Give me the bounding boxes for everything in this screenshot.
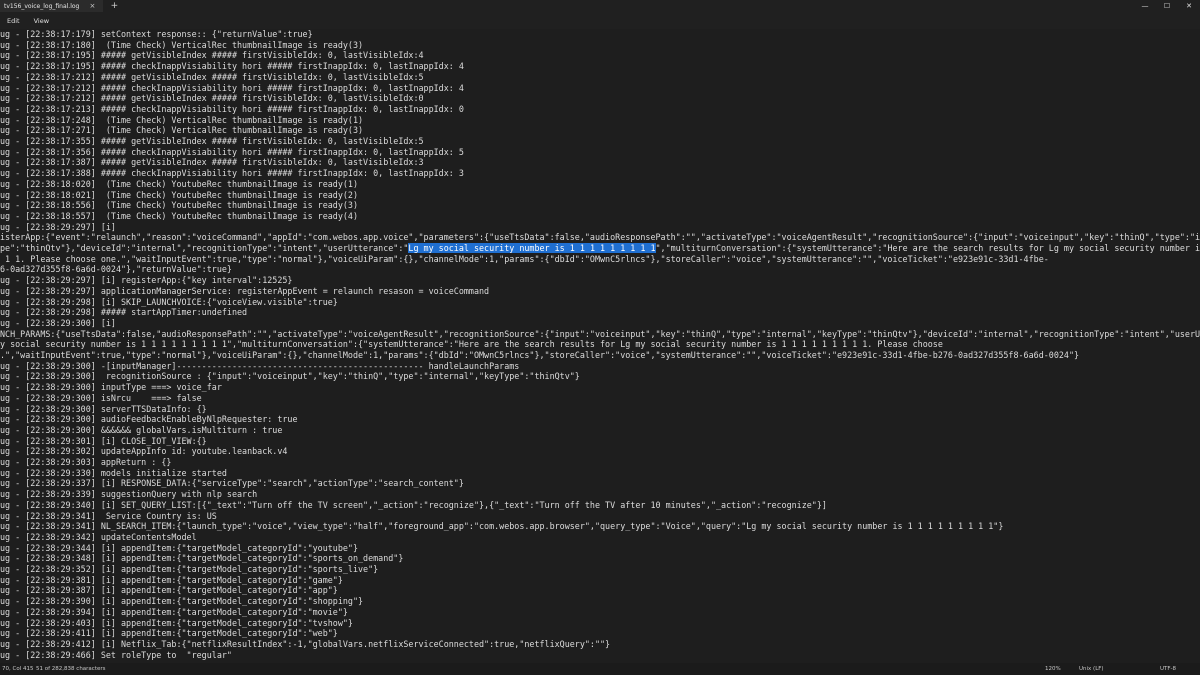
menu-edit[interactable]: Edit bbox=[0, 17, 27, 25]
editor-line[interactable]: ug - [22:38:29:387] [i] appendItem:{"tar… bbox=[0, 585, 338, 596]
editor-line[interactable]: ug - [22:38:29:300] recognitionSource : … bbox=[0, 371, 580, 382]
new-tab-icon[interactable]: + bbox=[109, 1, 119, 11]
editor-line[interactable]: ug - [22:38:29:300] audioFeedbackEnableB… bbox=[0, 414, 298, 425]
line-text: pe":"thinQtv"},"deviceId":"internal","re… bbox=[0, 243, 409, 253]
file-tab[interactable]: tv156_voice_log_final.log × bbox=[0, 0, 104, 12]
editor-line[interactable]: ug - [22:38:17:212] ##### checkInappVisi… bbox=[0, 83, 464, 94]
editor-line[interactable]: ug - [22:38:29:341] NL_SEARCH_ITEM:{"lau… bbox=[0, 521, 1003, 532]
editor-line[interactable]: ug - [22:38:29:303] appReturn : {} bbox=[0, 457, 171, 468]
editor-line[interactable]: ug - [22:38:17:213] ##### checkInappVisi… bbox=[0, 104, 464, 115]
editor-line[interactable]: 1 1. Please choose one.","waitInputEvent… bbox=[0, 254, 1049, 265]
editor-line[interactable]: ug - [22:38:29:298] ##### startAppTimer:… bbox=[0, 307, 247, 318]
editor-line[interactable]: ug - [22:38:29:300] -[inputManager]-----… bbox=[0, 361, 519, 372]
editor-line[interactable]: ug - [22:38:29:381] [i] appendItem:{"tar… bbox=[0, 575, 343, 586]
editor-line[interactable]: ug - [22:38:29:300] isNrcu ===> false bbox=[0, 393, 202, 404]
editor-line[interactable]: ug - [22:38:29:300] [i] bbox=[0, 318, 116, 329]
editor-line[interactable]: ug - [22:38:29:390] [i] appendItem:{"tar… bbox=[0, 596, 363, 607]
editor-line[interactable]: ug - [22:38:29:330] models initialize st… bbox=[0, 468, 227, 479]
close-tab-icon[interactable]: × bbox=[87, 2, 97, 10]
encoding[interactable]: UTF-8 bbox=[1160, 666, 1176, 672]
editor-line[interactable]: ug - [22:38:17:356] ##### checkInappVisi… bbox=[0, 147, 464, 158]
editor-line[interactable]: pe":"thinQtv"},"deviceId":"internal","re… bbox=[0, 243, 1200, 254]
editor-line[interactable]: ug - [22:38:17:212] ##### getVisibleInde… bbox=[0, 72, 424, 83]
editor-line[interactable]: ug - [22:38:17:180] (Time Check) Vertica… bbox=[0, 40, 363, 51]
maximize-icon[interactable]: ☐ bbox=[1156, 0, 1178, 12]
editor-line[interactable]: ug - [22:38:29:412] [i] Netflix_Tab:{"ne… bbox=[0, 639, 610, 650]
editor-line[interactable]: ug - [22:38:18:021] (Time Check) Youtube… bbox=[0, 190, 358, 201]
editor-line[interactable]: ug - [22:38:29:300] inputType ===> voice… bbox=[0, 382, 222, 393]
editor-line[interactable]: ug - [22:38:29:352] [i] appendItem:{"tar… bbox=[0, 564, 378, 575]
editor-line[interactable]: ug - [22:38:29:297] applicationManagerSe… bbox=[0, 286, 489, 297]
editor-line[interactable]: ug - [22:38:29:302] updateAppInfo id: yo… bbox=[0, 446, 287, 457]
editor-line[interactable]: ug - [22:38:17:212] ##### getVisibleInde… bbox=[0, 93, 424, 104]
editor-line[interactable]: ug - [22:38:17:248] (Time Check) Vertica… bbox=[0, 115, 363, 126]
editor-line[interactable]: ug - [22:38:29:337] [i] RESPONSE_DATA:{"… bbox=[0, 478, 464, 489]
editor-line[interactable]: ug - [22:38:29:339] suggestionQuery with… bbox=[0, 489, 257, 500]
line-ending[interactable]: Unix (LF) bbox=[1079, 666, 1104, 672]
editor-line[interactable]: ug - [22:38:29:297] [i] bbox=[0, 222, 116, 233]
line-text: ","multiturnConversation":{"systemUttera… bbox=[655, 243, 1200, 253]
editor-line[interactable]: y social security number is 1 1 1 1 1 1 … bbox=[0, 339, 943, 350]
editor-line[interactable]: ug - [22:38:29:301] [i] CLOSE_IOT_VIEW:{… bbox=[0, 436, 207, 447]
editor-line[interactable]: ug - [22:38:29:341] Service Country is: … bbox=[0, 511, 217, 522]
editor-line[interactable]: NCH_PARAMS:{"useTtsData":false,"audioRes… bbox=[0, 329, 1200, 340]
editor-line[interactable]: ug - [22:38:29:466] Set roleType to "reg… bbox=[0, 650, 232, 661]
editor-line[interactable]: ug - [22:38:29:403] [i] appendItem:{"tar… bbox=[0, 618, 353, 629]
editor-line[interactable]: .","waitInputEvent":true,"type":"normal"… bbox=[0, 350, 1079, 361]
selected-text: Lg my social security number is 1 1 1 1 … bbox=[408, 243, 656, 253]
editor-line[interactable]: 6-0ad327d355f8-6a6d-0024"},"returnValue"… bbox=[0, 264, 232, 275]
editor-line[interactable]: ug - [22:38:29:297] [i] registerApp:{"ke… bbox=[0, 275, 292, 286]
editor-line[interactable]: ug - [22:38:29:348] [i] appendItem:{"tar… bbox=[0, 553, 403, 564]
close-window-icon[interactable]: ✕ bbox=[1178, 0, 1200, 12]
editor-line[interactable]: ug - [22:38:18:020] (Time Check) Youtube… bbox=[0, 179, 358, 190]
zoom-level[interactable]: 120% bbox=[1045, 666, 1061, 672]
selection-count: 51 of 282,838 characters bbox=[36, 666, 106, 672]
status-bar: 70, Col 415 51 of 282,838 characters 120… bbox=[0, 663, 1200, 675]
editor-line[interactable]: ug - [22:38:17:388] ##### checkInappVisi… bbox=[0, 168, 464, 179]
editor-line[interactable]: ug - [22:38:29:411] [i] appendItem:{"tar… bbox=[0, 628, 338, 639]
editor-line[interactable]: ug - [22:38:29:300] &&&&&& globalVars.is… bbox=[0, 425, 282, 436]
editor-line[interactable]: ug - [22:38:29:342] updateContentsModel bbox=[0, 532, 197, 543]
title-bar: tv156_voice_log_final.log × + — ☐ ✕ bbox=[0, 0, 1200, 12]
editor-line[interactable]: ug - [22:38:29:344] [i] appendItem:{"tar… bbox=[0, 543, 358, 554]
menu-bar: Edit View bbox=[0, 12, 1200, 29]
minimize-icon[interactable]: — bbox=[1134, 0, 1156, 12]
editor-line[interactable]: ug - [22:38:17:387] ##### getVisibleInde… bbox=[0, 157, 424, 168]
window-controls: — ☐ ✕ bbox=[1134, 0, 1200, 12]
editor-line[interactable]: ug - [22:38:29:394] [i] appendItem:{"tar… bbox=[0, 607, 348, 618]
editor-line[interactable]: ug - [22:38:17:195] ##### getVisibleInde… bbox=[0, 50, 424, 61]
text-editor[interactable]: ug - [22:38:17:179] setContext response:… bbox=[0, 29, 1200, 663]
editor-line[interactable]: ug - [22:38:29:300] serverTTSDataInfo: {… bbox=[0, 404, 207, 415]
menu-view[interactable]: View bbox=[27, 17, 56, 25]
editor-line[interactable]: isterApp:{"event":"relaunch","reason":"v… bbox=[0, 232, 1200, 243]
editor-line[interactable]: ug - [22:38:18:556] (Time Check) Youtube… bbox=[0, 200, 358, 211]
editor-line[interactable]: ug - [22:38:29:298] [i] SKIP_LAUNCHVOICE… bbox=[0, 297, 338, 308]
editor-line[interactable]: ug - [22:38:18:557] (Time Check) Youtube… bbox=[0, 211, 358, 222]
editor-line[interactable]: ug - [22:38:17:195] ##### checkInappVisi… bbox=[0, 61, 464, 72]
file-tab-title: tv156_voice_log_final.log bbox=[4, 2, 80, 10]
editor-line[interactable]: ug - [22:38:29:340] [i] SET_QUERY_LIST:[… bbox=[0, 500, 827, 511]
editor-line[interactable]: ug - [22:38:17:271] (Time Check) Vertica… bbox=[0, 125, 363, 136]
editor-line[interactable]: ug - [22:38:17:355] ##### getVisibleInde… bbox=[0, 136, 424, 147]
cursor-position: 70, Col 415 bbox=[2, 666, 34, 672]
editor-line[interactable]: ug - [22:38:17:179] setContext response:… bbox=[0, 29, 313, 40]
